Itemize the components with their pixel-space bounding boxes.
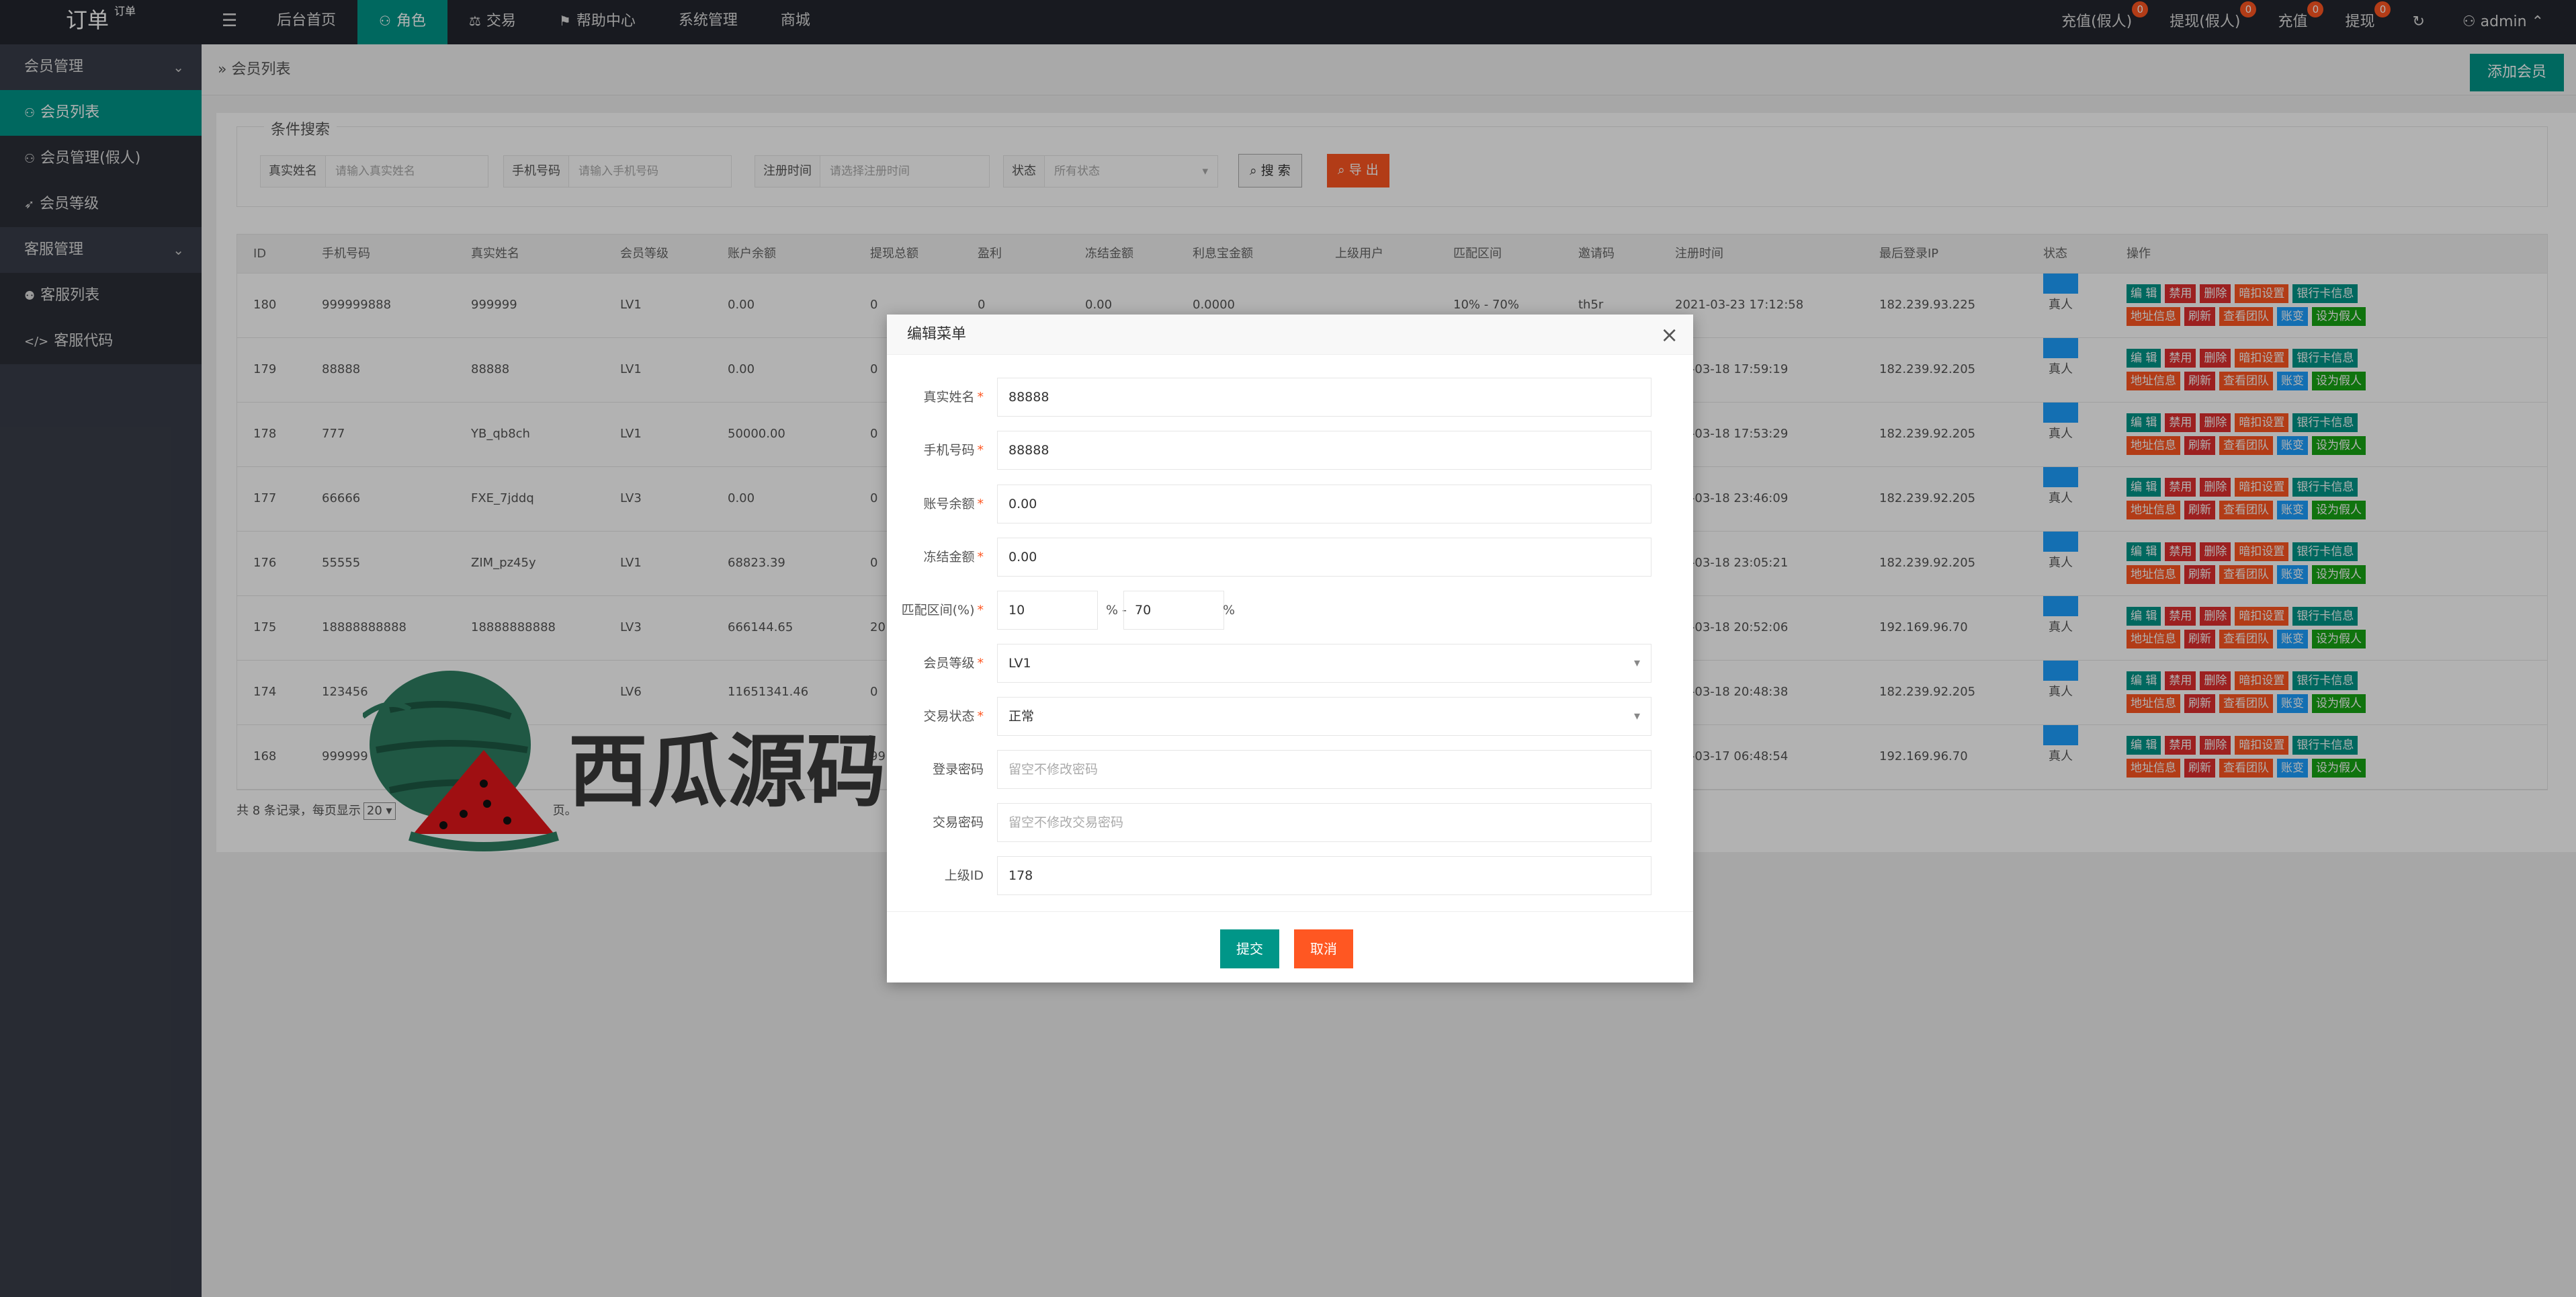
field-phone: 手机号码 * 88888: [887, 431, 1693, 470]
field-realname: 真实姓名 * 88888: [887, 378, 1693, 417]
range-min-field[interactable]: 10: [997, 591, 1098, 630]
edit-modal: 编辑菜单 × 真实姓名 * 88888 手机号码 * 88888 账号余额 * 0.00 冻结…: [887, 315, 1693, 982]
trade-status-select[interactable]: 正常 ▾: [997, 697, 1651, 736]
parent-id-field[interactable]: 178: [997, 856, 1651, 895]
field-range: 匹配区间(%) * 10 % - 70 %: [887, 591, 1693, 630]
field-level: 会员等级 * LV1 ▾: [887, 644, 1693, 683]
range-max-field[interactable]: 70: [1123, 591, 1224, 630]
realname-field[interactable]: 88888: [997, 378, 1651, 417]
frozen-field[interactable]: 0.00: [997, 538, 1651, 577]
trade-password-field[interactable]: 留空不修改交易密码: [997, 803, 1651, 842]
submit-button[interactable]: 提交: [1220, 929, 1279, 968]
caret-down-icon: ▾: [1633, 709, 1640, 723]
field-trade-status: 交易状态 * 正常 ▾: [887, 697, 1693, 736]
field-login-password: 登录密码 留空不修改密码: [887, 750, 1693, 789]
login-password-field[interactable]: 留空不修改密码: [997, 750, 1651, 789]
field-trade-password: 交易密码 留空不修改交易密码: [887, 803, 1693, 842]
field-balance: 账号余额 * 0.00: [887, 485, 1693, 524]
balance-field[interactable]: 0.00: [997, 485, 1651, 524]
field-parent-id: 上级ID 178: [887, 856, 1693, 895]
modal-title: 编辑菜单 ×: [887, 315, 1693, 355]
cancel-button[interactable]: 取消: [1294, 929, 1353, 968]
level-select[interactable]: LV1 ▾: [997, 644, 1651, 683]
caret-down-icon: ▾: [1633, 656, 1640, 670]
close-icon[interactable]: ×: [1660, 315, 1678, 355]
phone-field[interactable]: 88888: [997, 431, 1651, 470]
field-frozen: 冻结金额 * 0.00: [887, 538, 1693, 577]
modal-footer: 提交 取消: [887, 911, 1693, 982]
